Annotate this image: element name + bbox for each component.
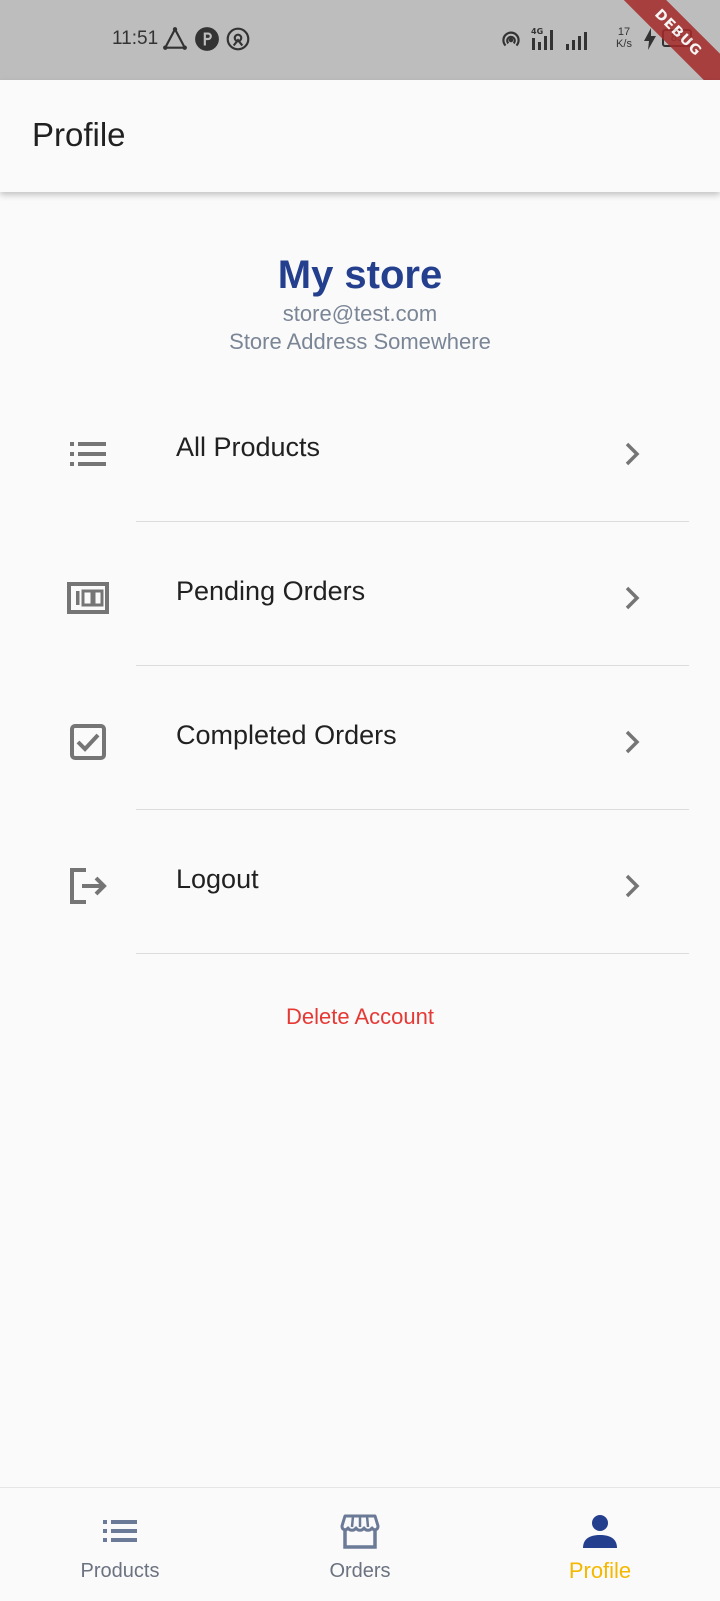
menu-item-label: Completed Orders — [176, 720, 397, 750]
store-icon — [339, 1510, 381, 1552]
menu-item-logout[interactable]: Logout — [0, 810, 720, 954]
nav-label: Profile — [568, 1558, 632, 1583]
svg-text:4G: 4G — [531, 27, 543, 36]
store-address: Store Address Somewhere — [229, 329, 491, 354]
status-time: 11:51 — [112, 28, 159, 49]
network-speed-value: 17 — [617, 26, 631, 38]
person-icon — [579, 1510, 621, 1552]
menu-item-label: Pending Orders — [176, 576, 366, 606]
store-email: store@test.com — [282, 301, 438, 326]
counter-100-icon — [64, 574, 112, 622]
chevron-right-icon — [614, 724, 650, 760]
menu-item-all-products[interactable]: All Products — [0, 378, 720, 522]
nav-label: Products — [80, 1560, 160, 1582]
check-box-icon — [64, 718, 112, 766]
menu-item-completed-orders[interactable]: Completed Orders — [0, 666, 720, 810]
page-title: Profile — [32, 116, 126, 153]
app-bar: Profile — [0, 80, 720, 192]
nav-item-profile[interactable]: Profile — [480, 1488, 720, 1601]
logout-icon — [64, 862, 112, 910]
chevron-right-icon — [614, 868, 650, 904]
signal-strength-icon — [564, 26, 590, 52]
status-bar: 11:51 4G 17 K/s 85 DEBUG — [0, 0, 720, 80]
chevron-right-icon — [614, 436, 650, 472]
menu-item-label: All Products — [176, 432, 321, 462]
menu-item-pending-orders[interactable]: Pending Orders — [0, 522, 720, 666]
nav-label: Orders — [329, 1560, 391, 1582]
nav-item-products[interactable]: Products — [0, 1488, 240, 1601]
menu-item-label: Logout — [176, 864, 259, 894]
divider — [136, 953, 689, 954]
signal-4g-icon: 4G — [530, 26, 556, 52]
parking-app-icon — [194, 26, 220, 52]
list-icon — [99, 1510, 141, 1552]
triangle-notification-icon — [162, 26, 188, 52]
network-speed: 17 K/s — [610, 26, 638, 50]
network-speed-unit: K/s — [616, 38, 632, 50]
list-icon — [64, 430, 112, 478]
nav-item-orders[interactable]: Orders — [240, 1488, 480, 1601]
profile-menu: All Products Pending Orders Completed Or… — [0, 378, 720, 954]
hotspot-icon — [498, 26, 524, 52]
store-name: My store — [277, 253, 443, 297]
chevron-right-icon — [614, 580, 650, 616]
store-header: My store store@test.com Store Address So… — [0, 250, 720, 356]
location-notification-icon — [225, 26, 251, 52]
delete-account-button[interactable]: Delete Account — [0, 1004, 720, 1030]
bottom-navigation: Products Orders Profile — [0, 1487, 720, 1601]
